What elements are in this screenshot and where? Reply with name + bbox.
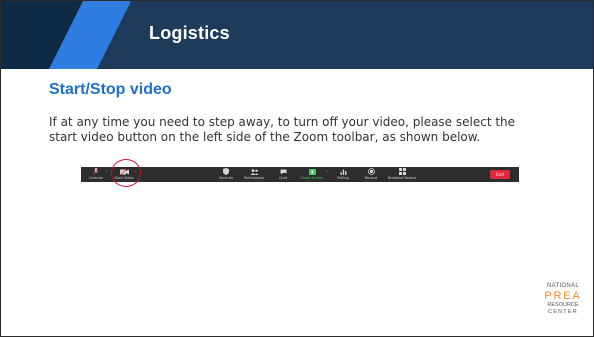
toolbar-record: Record xyxy=(361,167,381,182)
zoom-toolbar-screenshot: Unmute ^ Start Video ^ Security Particip… xyxy=(81,167,519,182)
toolbar-label-record: Record xyxy=(364,176,378,180)
share-caret-icon: ^ xyxy=(325,170,329,175)
toolbar-polling: Polling xyxy=(333,167,353,182)
toolbar-security: Security xyxy=(215,167,237,182)
toolbar-label-unmute: Unmute xyxy=(89,176,103,180)
unmute-caret-icon: ^ xyxy=(105,170,109,175)
toolbar-chat: Chat xyxy=(274,167,292,182)
toolbar-label-participants: Participants xyxy=(243,176,265,180)
toolbar-label-share-screen: Share Screen xyxy=(300,176,324,180)
slide: Logistics Start/Stop video If at any tim… xyxy=(0,0,594,337)
end-button: End xyxy=(490,170,510,179)
page-title: Logistics xyxy=(149,23,230,43)
logo-line-national: NATIONAL xyxy=(547,283,579,289)
section-subtitle: Start/Stop video xyxy=(49,81,172,98)
microphone-muted-icon xyxy=(91,168,101,175)
instruction-paragraph: If at any time you need to step away, to… xyxy=(49,115,516,144)
header-stripes xyxy=(1,1,131,69)
toolbar-label-chat: Chat xyxy=(278,176,288,180)
toolbar-label-security: Security xyxy=(218,176,234,180)
toolbar-participants: Participants xyxy=(241,167,267,182)
chat-bubble-icon xyxy=(278,168,288,175)
logo-line-resource: RESOURCE xyxy=(547,302,579,308)
toolbar-label-polling: Polling xyxy=(337,176,349,180)
logo-line-center: CENTER xyxy=(548,309,578,315)
people-icon xyxy=(249,168,259,175)
record-icon xyxy=(366,168,376,175)
toolbar-label-breakout-rooms: Breakout Rooms xyxy=(387,176,417,180)
bar-chart-icon xyxy=(338,168,348,175)
toolbar-breakout-rooms: Breakout Rooms xyxy=(386,167,418,182)
shield-icon xyxy=(221,168,231,175)
header-bar: Logistics xyxy=(1,1,593,69)
prea-logo: NATIONAL PREA RESOURCE CENTER xyxy=(541,283,585,316)
toolbar-unmute: Unmute xyxy=(85,167,107,182)
start-video-highlight-circle xyxy=(111,159,141,187)
grid-icon xyxy=(397,168,407,175)
share-screen-icon xyxy=(307,168,317,175)
logo-line-prea: PREA xyxy=(544,290,582,302)
toolbar-share-screen: Share Screen xyxy=(297,167,327,182)
